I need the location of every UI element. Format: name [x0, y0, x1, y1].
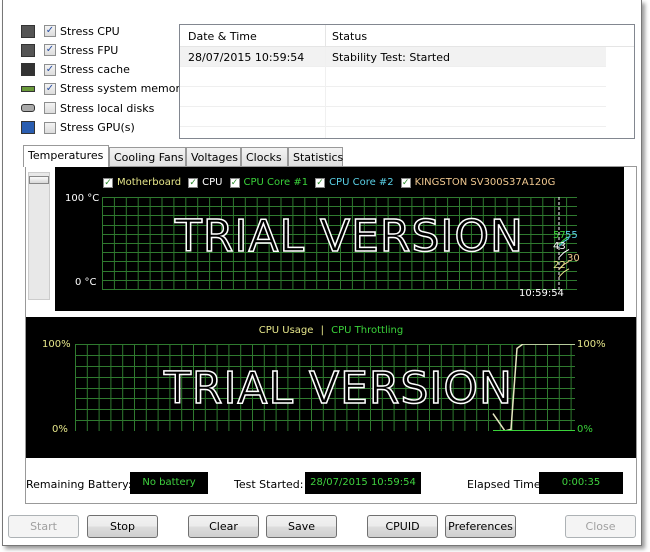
throttling-min-right: 0%	[577, 424, 593, 435]
legend-item[interactable]: ✓ CPU Core #1	[229, 177, 309, 188]
tab-temperatures[interactable]: Temperatures	[23, 145, 109, 167]
legend-label: KINGSTON SV300S37A120G	[414, 177, 556, 188]
slider-thumb[interactable]	[29, 176, 49, 184]
temperature-legend: ✓ Motherboard ✓ CPU ✓ CPU Core #1 ✓ CPU Core #2…	[103, 177, 562, 188]
test-started-label: Test Started:	[234, 478, 304, 491]
stress-option[interactable]: ✓ Stress FPU	[21, 41, 118, 59]
legend-item[interactable]: ✓ CPU Core #2	[315, 177, 394, 188]
tab-cooling-fans[interactable]: Cooling Fans	[109, 147, 186, 167]
test-started-value: 28/07/2015 10:59:54	[305, 472, 421, 494]
tab-voltages[interactable]: Voltages	[186, 147, 241, 167]
battery-value: No battery	[130, 472, 208, 494]
elapsed-time-label: Elapsed Time:	[467, 478, 545, 491]
usage-max-right: 100%	[577, 339, 606, 350]
legend-item[interactable]: ✓ CPU	[188, 177, 223, 188]
checkbox[interactable]: ✓	[400, 177, 411, 188]
stop-button[interactable]: Stop	[87, 515, 158, 538]
log-status: Stability Test: Started	[332, 51, 450, 64]
trial-watermark: TRIAL VERSION	[174, 210, 524, 263]
disk-icon	[21, 104, 35, 113]
elapsed-time-value: 0:00:35	[539, 472, 623, 494]
legend-cpu-usage: CPU Usage	[258, 325, 314, 336]
temperature-readout: 55	[565, 230, 578, 241]
column-status[interactable]: Status	[332, 30, 367, 43]
log-header: Date & Time Status	[180, 25, 634, 47]
stress-option[interactable]: Stress GPU(s)	[21, 119, 135, 137]
cache-icon	[21, 63, 35, 77]
checkbox[interactable]: ✓	[44, 63, 56, 76]
cpu-usage-graph: CPU Usage | CPU Throttling 100% 0% 100% …	[26, 317, 636, 458]
graph-scroll-slider[interactable]	[28, 172, 50, 300]
checkbox[interactable]: ✓	[44, 44, 56, 57]
legend-item[interactable]: ✓ KINGSTON SV300S37A120G	[400, 177, 556, 188]
checkbox[interactable]: ✓	[229, 177, 240, 188]
stress-option[interactable]: ✓ Stress CPU	[21, 22, 120, 40]
usage-max-left: 100%	[42, 339, 71, 350]
legend-cpu-throttling: CPU Throttling	[331, 325, 404, 336]
stress-option-label: Stress GPU(s)	[60, 121, 135, 134]
temperature-readout: 57	[553, 230, 566, 241]
save-button[interactable]: Save	[266, 515, 337, 538]
log-time: 28/07/2015 10:59:54	[188, 51, 305, 64]
stability-test-window: ✓ Stress CPU ✓ Stress FPU ✓ Stress cache ✓ Stre…	[2, 0, 642, 546]
stress-option-label: Stress local disks	[60, 101, 155, 115]
start-button[interactable]: Start	[8, 515, 79, 538]
checkbox[interactable]: ✓	[315, 177, 326, 188]
trial-watermark: TRIAL VERSION	[163, 362, 513, 415]
battery-label: Remaining Battery:	[26, 478, 132, 491]
stress-option-label: Stress FPU	[60, 43, 119, 57]
checkbox[interactable]: ✓	[103, 177, 113, 188]
checkbox[interactable]	[44, 121, 56, 134]
usage-min-left: 0%	[52, 424, 68, 435]
gpu-icon	[21, 121, 35, 134]
checkbox[interactable]: ✓	[44, 25, 56, 37]
legend-label: CPU	[202, 177, 223, 188]
temperature-readout: 30	[567, 253, 580, 264]
cpuid-button[interactable]: CPUID	[367, 515, 438, 538]
legend-label: CPU Core #1	[243, 177, 309, 188]
legend-label: Motherboard	[117, 177, 182, 188]
stress-option-label: Stress cache	[60, 63, 130, 77]
legend-label: CPU Core #2	[329, 177, 394, 188]
temperature-readout: 43	[553, 241, 566, 252]
fpu-icon	[21, 43, 35, 57]
close-button[interactable]: Close	[565, 515, 636, 538]
temperature-readout: 22	[553, 260, 566, 271]
temperature-graph: ✓ Motherboard ✓ CPU ✓ CPU Core #1 ✓ CPU Core #2…	[55, 167, 624, 311]
stress-option[interactable]: ✓ Stress system memory	[21, 80, 187, 98]
cpu-legend: CPU Usage | CPU Throttling	[26, 325, 636, 336]
legend-separator: |	[320, 325, 324, 336]
cpu-icon	[21, 24, 35, 38]
tab-panel: ✓ Motherboard ✓ CPU ✓ CPU Core #1 ✓ CPU Core #2…	[25, 166, 637, 504]
checkbox[interactable]: ✓	[44, 82, 56, 95]
tab-clocks[interactable]: Clocks	[241, 147, 288, 167]
temp-min-label: 0 °C	[75, 277, 97, 288]
stress-option-label: Stress system memory	[60, 82, 187, 96]
log-row[interactable]: 28/07/2015 10:59:54 Stability Test: Star…	[180, 47, 606, 67]
preferences-button[interactable]: Preferences	[445, 515, 516, 538]
checkbox[interactable]	[44, 102, 56, 115]
log-table: Date & Time Status 28/07/2015 10:59:54 S…	[179, 24, 635, 139]
temp-time-label: 10:59:54	[519, 288, 564, 299]
memory-icon	[21, 85, 35, 92]
stress-option-label: Stress CPU	[60, 24, 120, 38]
stress-option[interactable]: Stress local disks	[21, 99, 154, 117]
clear-button[interactable]: Clear	[188, 515, 259, 538]
legend-item[interactable]: ✓ Motherboard	[103, 177, 181, 188]
column-date-time[interactable]: Date & Time	[188, 30, 257, 43]
stress-option[interactable]: ✓ Stress cache	[21, 61, 130, 79]
checkbox[interactable]: ✓	[188, 177, 199, 188]
tab-statistics[interactable]: Statistics	[288, 147, 343, 167]
temp-max-label: 100 °C	[65, 193, 100, 204]
